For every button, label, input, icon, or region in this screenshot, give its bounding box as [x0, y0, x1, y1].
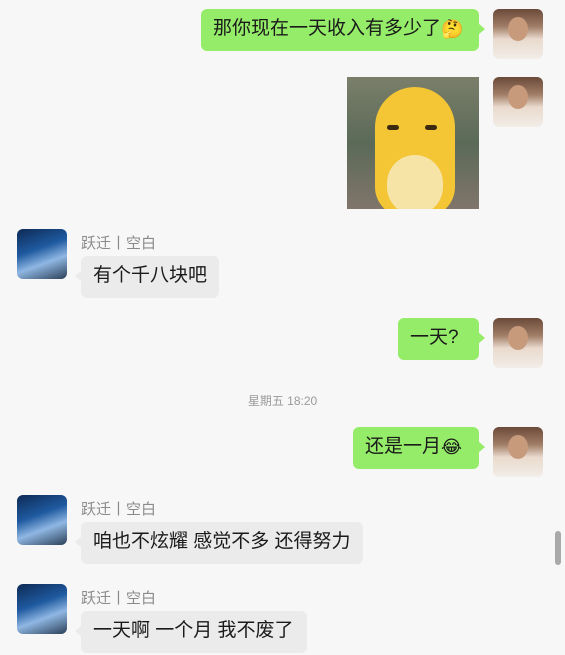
message-bubble-outgoing[interactable]: 那你现在一天收入有多少了🤔 [201, 9, 485, 51]
message-bubble-incoming[interactable]: 咱也不炫耀 感觉不多 还得努力 [75, 522, 363, 564]
message-text: 那你现在一天收入有多少了 [213, 18, 442, 40]
message-bubble-outgoing[interactable]: 还是一月😂 [353, 427, 485, 469]
sticker-eye-left [387, 125, 399, 130]
time-divider: 星期五 18:20 [247, 394, 318, 408]
message-text: 一天啊 一个月 我不废了 [93, 620, 294, 641]
self-avatar[interactable] [493, 77, 543, 127]
self-avatar[interactable] [493, 318, 543, 368]
sender-name: 跃迁丨空白 [81, 501, 157, 518]
self-avatar[interactable] [493, 9, 543, 59]
peer-avatar[interactable] [17, 584, 67, 634]
sender-name: 跃迁丨空白 [81, 590, 157, 607]
sticker-image[interactable] [347, 77, 479, 209]
peer-avatar[interactable] [17, 229, 67, 279]
message-text: 还是一月 [365, 436, 442, 458]
sender-name: 跃迁丨空白 [81, 235, 157, 252]
scrollbar-thumb[interactable] [555, 531, 561, 565]
thinking-face-emoji: 🤔 [441, 19, 464, 39]
self-avatar[interactable] [493, 427, 543, 477]
peer-avatar[interactable] [17, 495, 67, 545]
sticker-character-belly [387, 155, 443, 209]
message-bubble-incoming[interactable]: 一天啊 一个月 我不废了 [75, 611, 307, 653]
message-bubble-incoming[interactable]: 有个千八块吧 [75, 256, 219, 298]
message-text: 一天? [410, 327, 459, 348]
message-text: 咱也不炫耀 感觉不多 还得努力 [93, 531, 351, 552]
chat-message-list: 那你现在一天收入有多少了🤔 跃迁丨空白 有个千八块吧 一天? 星期五 18:20… [0, 0, 565, 655]
sticker-eye-right [425, 125, 437, 130]
laughing-tears-emoji: 😂 [441, 437, 463, 457]
message-bubble-outgoing[interactable]: 一天? [398, 318, 485, 360]
message-text: 有个千八块吧 [93, 265, 208, 286]
